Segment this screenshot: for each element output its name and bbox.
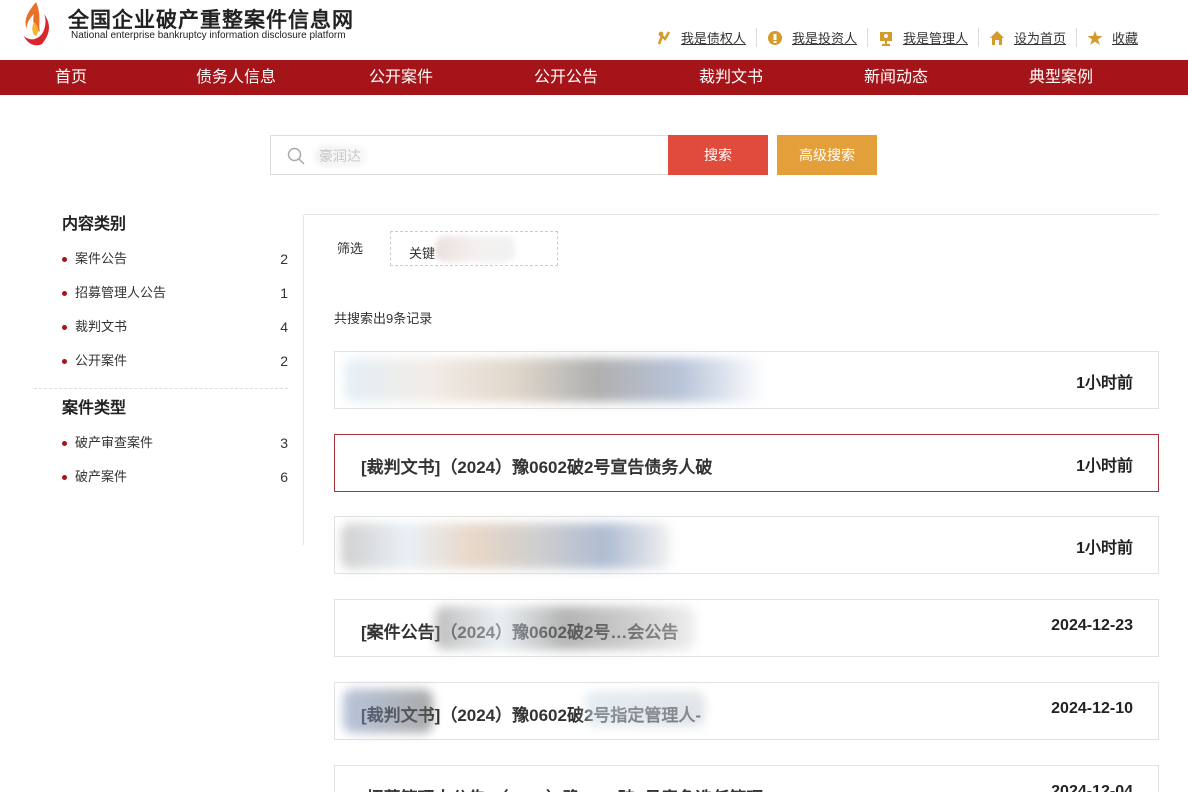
bullet-dot (62, 475, 67, 480)
category-label: 案件公告 (75, 251, 128, 266)
nav-debtor-info[interactable]: 债务人信息 (176, 60, 296, 95)
creditor-icon (657, 30, 671, 44)
filter-tag[interactable]: 关键 (390, 231, 558, 266)
filter-label: 筛选 (337, 241, 364, 256)
result-row[interactable]: [招募管理人公告]（2024）豫0602破2号竞争选任管理 2024-12-04 (334, 765, 1159, 792)
favorite-label: 收藏 (1111, 31, 1138, 46)
nav-home[interactable]: 首页 (11, 60, 131, 95)
search-icon (287, 147, 305, 165)
category-count: 4 (280, 319, 288, 335)
case-type-list: 破产审查案件 3 破产案件 6 (34, 433, 302, 501)
nav-typical-cases[interactable]: 典型案例 (1001, 60, 1121, 95)
search-box (270, 135, 669, 175)
site-subtitle: National enterprise bankruptcy informati… (71, 30, 346, 41)
investor-link[interactable]: 我是投资人 (755, 28, 867, 47)
redaction-mask (341, 523, 671, 569)
star-icon (1087, 30, 1103, 45)
content-top-border (304, 214, 1159, 215)
case-type-item[interactable]: 破产案件 6 (34, 467, 302, 501)
creditor-link-label: 我是债权人 (680, 31, 746, 46)
category-item[interactable]: 招募管理人公告 1 (34, 283, 302, 317)
redaction-mask (435, 236, 515, 262)
category-label: 招募管理人公告 (75, 285, 167, 300)
administrator-icon (879, 31, 892, 46)
category-item[interactable]: 裁判文书 4 (34, 317, 302, 351)
site-header: 全国企业破产重整案件信息网 National enterprise bankru… (0, 0, 1188, 60)
redaction-mask (435, 606, 695, 650)
result-row[interactable]: [裁判文书]（2024）豫0602破2号指定管理人- 2024-12-10 (334, 682, 1159, 740)
category-sidebar: 内容类别 案件公告 2 招募管理人公告 1 裁判文书 4 公开案件 2 案件类型 破产审… (34, 215, 302, 501)
result-time: 2024-12-04 (1051, 783, 1133, 792)
administrator-link[interactable]: 我是管理人 (866, 28, 978, 47)
result-row[interactable]: 1小时前 (334, 351, 1159, 409)
category-label: 裁判文书 (75, 319, 128, 334)
category-count: 2 (280, 251, 288, 267)
creditor-link[interactable]: 我是债权人 (646, 28, 756, 47)
bullet-dot (62, 325, 67, 330)
redaction-mask (345, 358, 765, 402)
result-row[interactable]: [裁判文书]（2024）豫0602破2号宣告债务人破 1小时前 (334, 434, 1159, 492)
bullet-dot (62, 291, 67, 296)
nav-news[interactable]: 新闻动态 (836, 60, 956, 95)
result-count: 共搜索出9条记录 (334, 311, 433, 326)
administrator-link-label: 我是管理人 (902, 31, 968, 46)
case-type-heading: 案件类型 (62, 400, 127, 417)
sidebar-divider (34, 388, 288, 389)
result-time: 1小时前 (1076, 540, 1133, 557)
search-input[interactable] (319, 144, 649, 168)
sidebar-separator (303, 215, 304, 545)
content-category-heading: 内容类别 (62, 216, 127, 233)
category-item[interactable]: 公开案件 2 (34, 351, 302, 385)
category-count: 2 (280, 353, 288, 369)
category-item[interactable]: 案件公告 2 (34, 249, 302, 283)
search-button[interactable]: 搜索 (668, 135, 768, 175)
category-label: 公开案件 (75, 353, 128, 368)
bullet-dot (62, 257, 67, 262)
case-type-label: 破产审查案件 (75, 435, 154, 450)
case-type-item[interactable]: 破产审查案件 3 (34, 433, 302, 467)
set-homepage-link[interactable]: 设为首页 (977, 28, 1076, 47)
result-time: 2024-12-23 (1051, 617, 1133, 634)
main-nav: 首页 债务人信息 公开案件 公开公告 裁判文书 新闻动态 典型案例 (0, 60, 1188, 95)
nav-judgments[interactable]: 裁判文书 (671, 60, 791, 95)
bullet-dot (62, 359, 67, 364)
result-row[interactable]: [案件公告]（2024）豫0602破2号…会公告 2024-12-23 (334, 599, 1159, 657)
investor-link-label: 我是投资人 (791, 31, 857, 46)
case-type-label: 破产案件 (75, 469, 128, 484)
result-time: 1小时前 (1076, 458, 1133, 475)
filter-tag-label: 关键 (409, 246, 436, 261)
redaction-mask (343, 689, 433, 733)
investor-icon (767, 30, 782, 45)
result-title: [招募管理人公告]（2024）豫0602破2号竞争选任管理 (361, 784, 763, 792)
result-time: 2024-12-10 (1051, 700, 1133, 717)
redaction-mask (585, 691, 705, 727)
nav-public-notices[interactable]: 公开公告 (506, 60, 626, 95)
category-count: 1 (280, 285, 288, 301)
result-title: [裁判文书]（2024）豫0602破2号宣告债务人破 (361, 458, 713, 477)
site-logo-icon[interactable] (20, 0, 54, 48)
bullet-dot (62, 441, 67, 446)
nav-public-cases[interactable]: 公开案件 (341, 60, 461, 95)
home-icon (989, 30, 1004, 45)
favorite-link[interactable]: 收藏 (1075, 28, 1148, 47)
case-type-count: 3 (280, 435, 288, 451)
set-homepage-label: 设为首页 (1013, 31, 1066, 46)
result-time: 1小时前 (1076, 375, 1133, 392)
top-links: 我是债权人 我是投资人 我是管理人 设为首页 收藏 (646, 28, 1148, 47)
advanced-search-button[interactable]: 高级搜索 (777, 135, 877, 175)
content-category-list: 案件公告 2 招募管理人公告 1 裁判文书 4 公开案件 2 (34, 249, 302, 385)
case-type-count: 6 (280, 469, 288, 485)
result-row[interactable]: 1小时前 (334, 516, 1159, 574)
redaction-mask (315, 145, 367, 167)
